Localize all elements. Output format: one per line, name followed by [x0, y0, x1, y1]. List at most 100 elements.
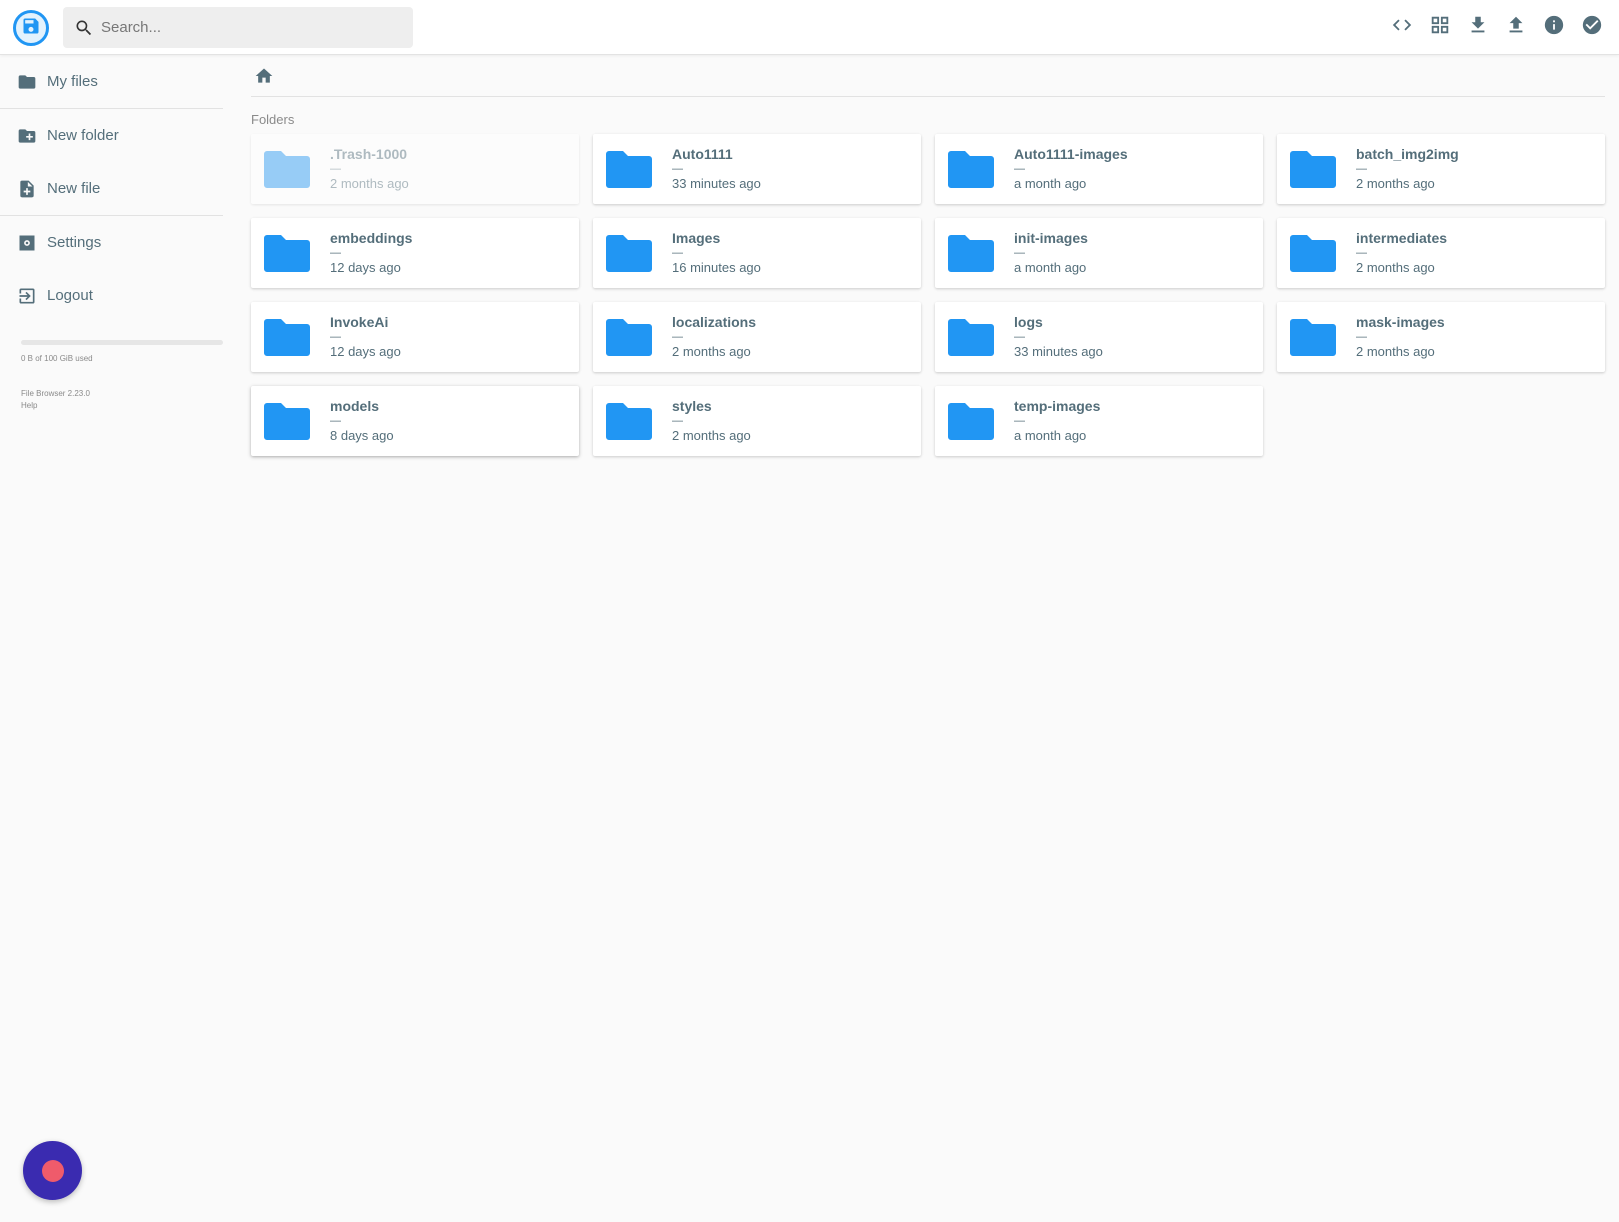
folder-info: batch_img2img —2 months ago — [1356, 146, 1459, 193]
exit-to-app-icon — [17, 286, 37, 306]
folder-card[interactable]: temp-images — a month ago — [935, 386, 1263, 456]
folder-icon — [263, 317, 311, 357]
folder-modified: 12 days ago — [330, 259, 401, 275]
floating-action-button[interactable] — [23, 1141, 82, 1200]
sidebar-item-new-folder[interactable]: New folder — [0, 109, 223, 162]
code-view-button[interactable] — [1388, 14, 1415, 41]
help-link[interactable]: Help — [21, 400, 223, 412]
folder-card[interactable]: init-images — a month ago — [935, 218, 1263, 288]
folder-info: logs —33 minutes ago — [1014, 314, 1103, 361]
check-circle-icon — [1581, 14, 1603, 41]
folder-card[interactable]: Auto1111—33 minutes ago — [593, 134, 921, 204]
sidebar-item-logout[interactable]: Logout — [0, 269, 223, 322]
folder-name: temp-images — [1014, 397, 1101, 414]
breadcrumb — [251, 55, 1605, 97]
folder-name: intermediates — [1356, 229, 1448, 246]
folder-name: Auto1111-images — [1014, 145, 1128, 162]
folder-info: mask-images —2 months ago — [1356, 314, 1445, 361]
toolbar-actions — [1388, 14, 1605, 41]
folder-size: — — [672, 246, 683, 259]
folder-modified: 33 minutes ago — [672, 175, 761, 191]
folder-card[interactable]: intermediates —2 months ago — [1277, 218, 1605, 288]
usage-progress-bar — [21, 340, 223, 345]
folder-name: mask-images — [1356, 313, 1445, 330]
folder-info: localizations —2 months ago — [672, 314, 756, 361]
folder-name: embeddings — [330, 229, 413, 246]
folder-size: — — [1014, 246, 1025, 259]
sidebar-item-label: Logout — [47, 287, 93, 304]
sidebar-item-my-files[interactable]: My files — [0, 55, 223, 108]
folder-name: batch_img2img — [1356, 145, 1459, 162]
settings-icon — [17, 233, 37, 253]
info-icon — [1543, 14, 1565, 41]
upload-button[interactable] — [1502, 14, 1529, 41]
folder-info: InvokeAi —12 days ago — [330, 314, 401, 361]
folder-name: logs — [1014, 313, 1043, 330]
folder-modified: 33 minutes ago — [1014, 343, 1103, 359]
folder-modified: 2 months ago — [330, 175, 409, 191]
version-text: File Browser 2.23.0 — [21, 389, 90, 398]
folder-modified: 2 months ago — [672, 427, 751, 443]
folder-card[interactable]: Auto1111-images — a month ago — [935, 134, 1263, 204]
sidebar-item-label: My files — [47, 73, 98, 90]
folder-icon — [947, 233, 995, 273]
folder-card[interactable]: logs —33 minutes ago — [935, 302, 1263, 372]
section-title-folders: Folders — [251, 112, 295, 127]
folder-card[interactable]: models —8 days ago — [251, 386, 579, 456]
folder-card[interactable]: .Trash-1000—2 months ago — [251, 134, 579, 204]
folder-info: models —8 days ago — [330, 398, 394, 445]
folder-size: — — [1356, 330, 1367, 343]
folder-name: .Trash-1000 — [330, 145, 408, 162]
folder-name: Auto1111 — [672, 145, 733, 162]
folder-info: embeddings —12 days ago — [330, 230, 412, 277]
search-input[interactable] — [101, 19, 391, 36]
folder-card[interactable]: localizations —2 months ago — [593, 302, 921, 372]
create-new-folder-icon — [17, 126, 37, 146]
folder-icon — [17, 72, 37, 92]
search-bar[interactable] — [63, 7, 413, 48]
record-icon — [41, 1159, 64, 1182]
home-icon[interactable] — [254, 66, 274, 91]
folder-modified: 12 days ago — [330, 343, 401, 359]
folder-modified: 2 months ago — [672, 343, 751, 359]
folder-icon — [605, 317, 653, 357]
grid-view-button[interactable] — [1426, 14, 1453, 41]
folder-icon — [605, 233, 653, 273]
main-content: Folders .Trash-1000—2 months ago Auto1111… — [251, 55, 1605, 456]
sidebar-item-settings[interactable]: Settings — [0, 216, 223, 269]
sidebar-item-label: New file — [47, 180, 101, 197]
folder-name: styles — [672, 397, 712, 414]
folder-icon — [263, 149, 311, 189]
folder-icon — [605, 401, 653, 441]
folder-size: — — [672, 414, 683, 427]
header — [0, 0, 1619, 55]
folder-info: init-images — a month ago — [1014, 230, 1088, 277]
floppy-disk-icon — [21, 16, 41, 41]
folder-card[interactable]: Images —16 minutes ago — [593, 218, 921, 288]
folder-size: — — [330, 162, 341, 175]
folder-size: — — [1014, 414, 1025, 427]
folder-card[interactable]: mask-images —2 months ago — [1277, 302, 1605, 372]
download-icon — [1467, 14, 1489, 41]
logo[interactable] — [13, 10, 49, 46]
info-button[interactable] — [1540, 14, 1567, 41]
folder-card[interactable]: styles —2 months ago — [593, 386, 921, 456]
folder-icon — [1289, 233, 1337, 273]
sidebar-item-new-file[interactable]: New file — [0, 162, 223, 215]
sidebar: My files New folder New file Settings Lo… — [0, 55, 223, 412]
select-button[interactable] — [1578, 14, 1605, 41]
folder-card[interactable]: embeddings —12 days ago — [251, 218, 579, 288]
folder-card[interactable]: InvokeAi —12 days ago — [251, 302, 579, 372]
folder-size: — — [330, 246, 341, 259]
download-button[interactable] — [1464, 14, 1491, 41]
folder-size: — — [330, 330, 341, 343]
folder-name: InvokeAi — [330, 313, 389, 330]
folder-info: .Trash-1000—2 months ago — [330, 146, 409, 193]
storage-usage: 0 B of 100 GiB used — [0, 340, 223, 363]
folder-size: — — [330, 414, 341, 427]
folder-card[interactable]: batch_img2img —2 months ago — [1277, 134, 1605, 204]
folder-icon — [263, 233, 311, 273]
folder-info: temp-images — a month ago — [1014, 398, 1100, 445]
folder-info: Images —16 minutes ago — [672, 230, 761, 277]
folder-info: Auto1111-images — a month ago — [1014, 146, 1128, 193]
